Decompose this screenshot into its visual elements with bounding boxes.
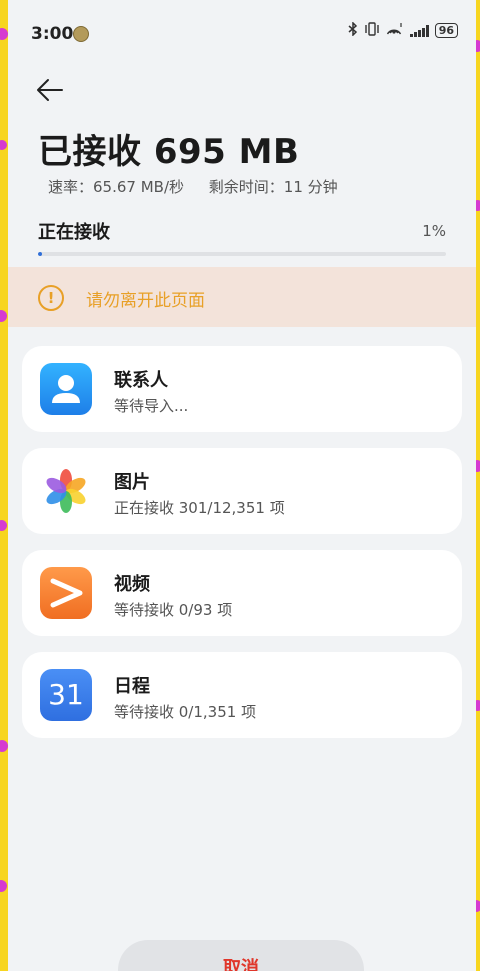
- cancel-button[interactable]: 取消: [118, 940, 364, 971]
- warning-text: 请勿离开此页面: [86, 291, 205, 311]
- battery-icon: 96: [434, 23, 458, 38]
- phone-screen: 3:00 96 已接收 695 MB 速率：65.67 MB/秒 剩余时间：11: [8, 0, 476, 971]
- item-card-contacts[interactable]: 联系人 等待导入...: [22, 346, 462, 432]
- item-card-video[interactable]: 视频 等待接收 0/93 项: [22, 550, 462, 636]
- item-name: 视频: [114, 574, 150, 595]
- progress-label: 正在接收: [38, 222, 110, 243]
- item-name: 联系人: [114, 370, 168, 391]
- status-icons: 96: [348, 21, 458, 39]
- back-button[interactable]: [36, 76, 68, 104]
- status-time: 3:00: [31, 24, 74, 44]
- page-title: 已接收 695 MB: [38, 132, 300, 172]
- item-name: 日程: [114, 676, 150, 697]
- back-arrow-icon: [37, 79, 63, 101]
- transfer-stats: 速率：65.67 MB/秒 剩余时间：11 分钟: [48, 176, 358, 197]
- speed-text: 速率：65.67 MB/秒: [48, 178, 184, 196]
- frame-dot: [0, 140, 7, 150]
- item-card-calendar[interactable]: 31 日程 等待接收 0/1,351 项: [22, 652, 462, 738]
- item-status: 等待接收 0/1,351 项: [114, 703, 257, 721]
- warning-banner: ! 请勿离开此页面: [8, 267, 476, 327]
- frame-dot: [0, 28, 8, 40]
- item-name: 图片: [114, 472, 150, 493]
- bluetooth-icon: [348, 21, 358, 39]
- item-card-gallery[interactable]: 图片 正在接收 301/12,351 项: [22, 448, 462, 534]
- status-bar: 3:00 96: [8, 0, 476, 60]
- item-status: 正在接收 301/12,351 项: [114, 499, 285, 517]
- frame-dot: [0, 520, 7, 531]
- vibrate-icon: [364, 22, 380, 39]
- video-icon: [40, 567, 92, 619]
- item-status: 等待导入...: [114, 397, 189, 415]
- contacts-icon: [40, 363, 92, 415]
- progress-fill: [38, 252, 43, 256]
- progress-percent: 1%: [422, 222, 446, 240]
- frame-dot: [0, 880, 7, 892]
- warning-icon: !: [38, 285, 64, 311]
- signal-icon: [410, 24, 429, 37]
- progress-bar: [38, 252, 446, 256]
- frame-dot: [0, 740, 8, 752]
- notification-icon: [73, 26, 89, 42]
- gallery-icon: [40, 465, 92, 517]
- hotspot-icon: [386, 22, 404, 39]
- remaining-time-text: 剩余时间：11 分钟: [208, 178, 338, 196]
- item-status: 等待接收 0/93 项: [114, 601, 233, 619]
- frame-dot: [0, 310, 7, 322]
- calendar-icon: 31: [40, 669, 92, 721]
